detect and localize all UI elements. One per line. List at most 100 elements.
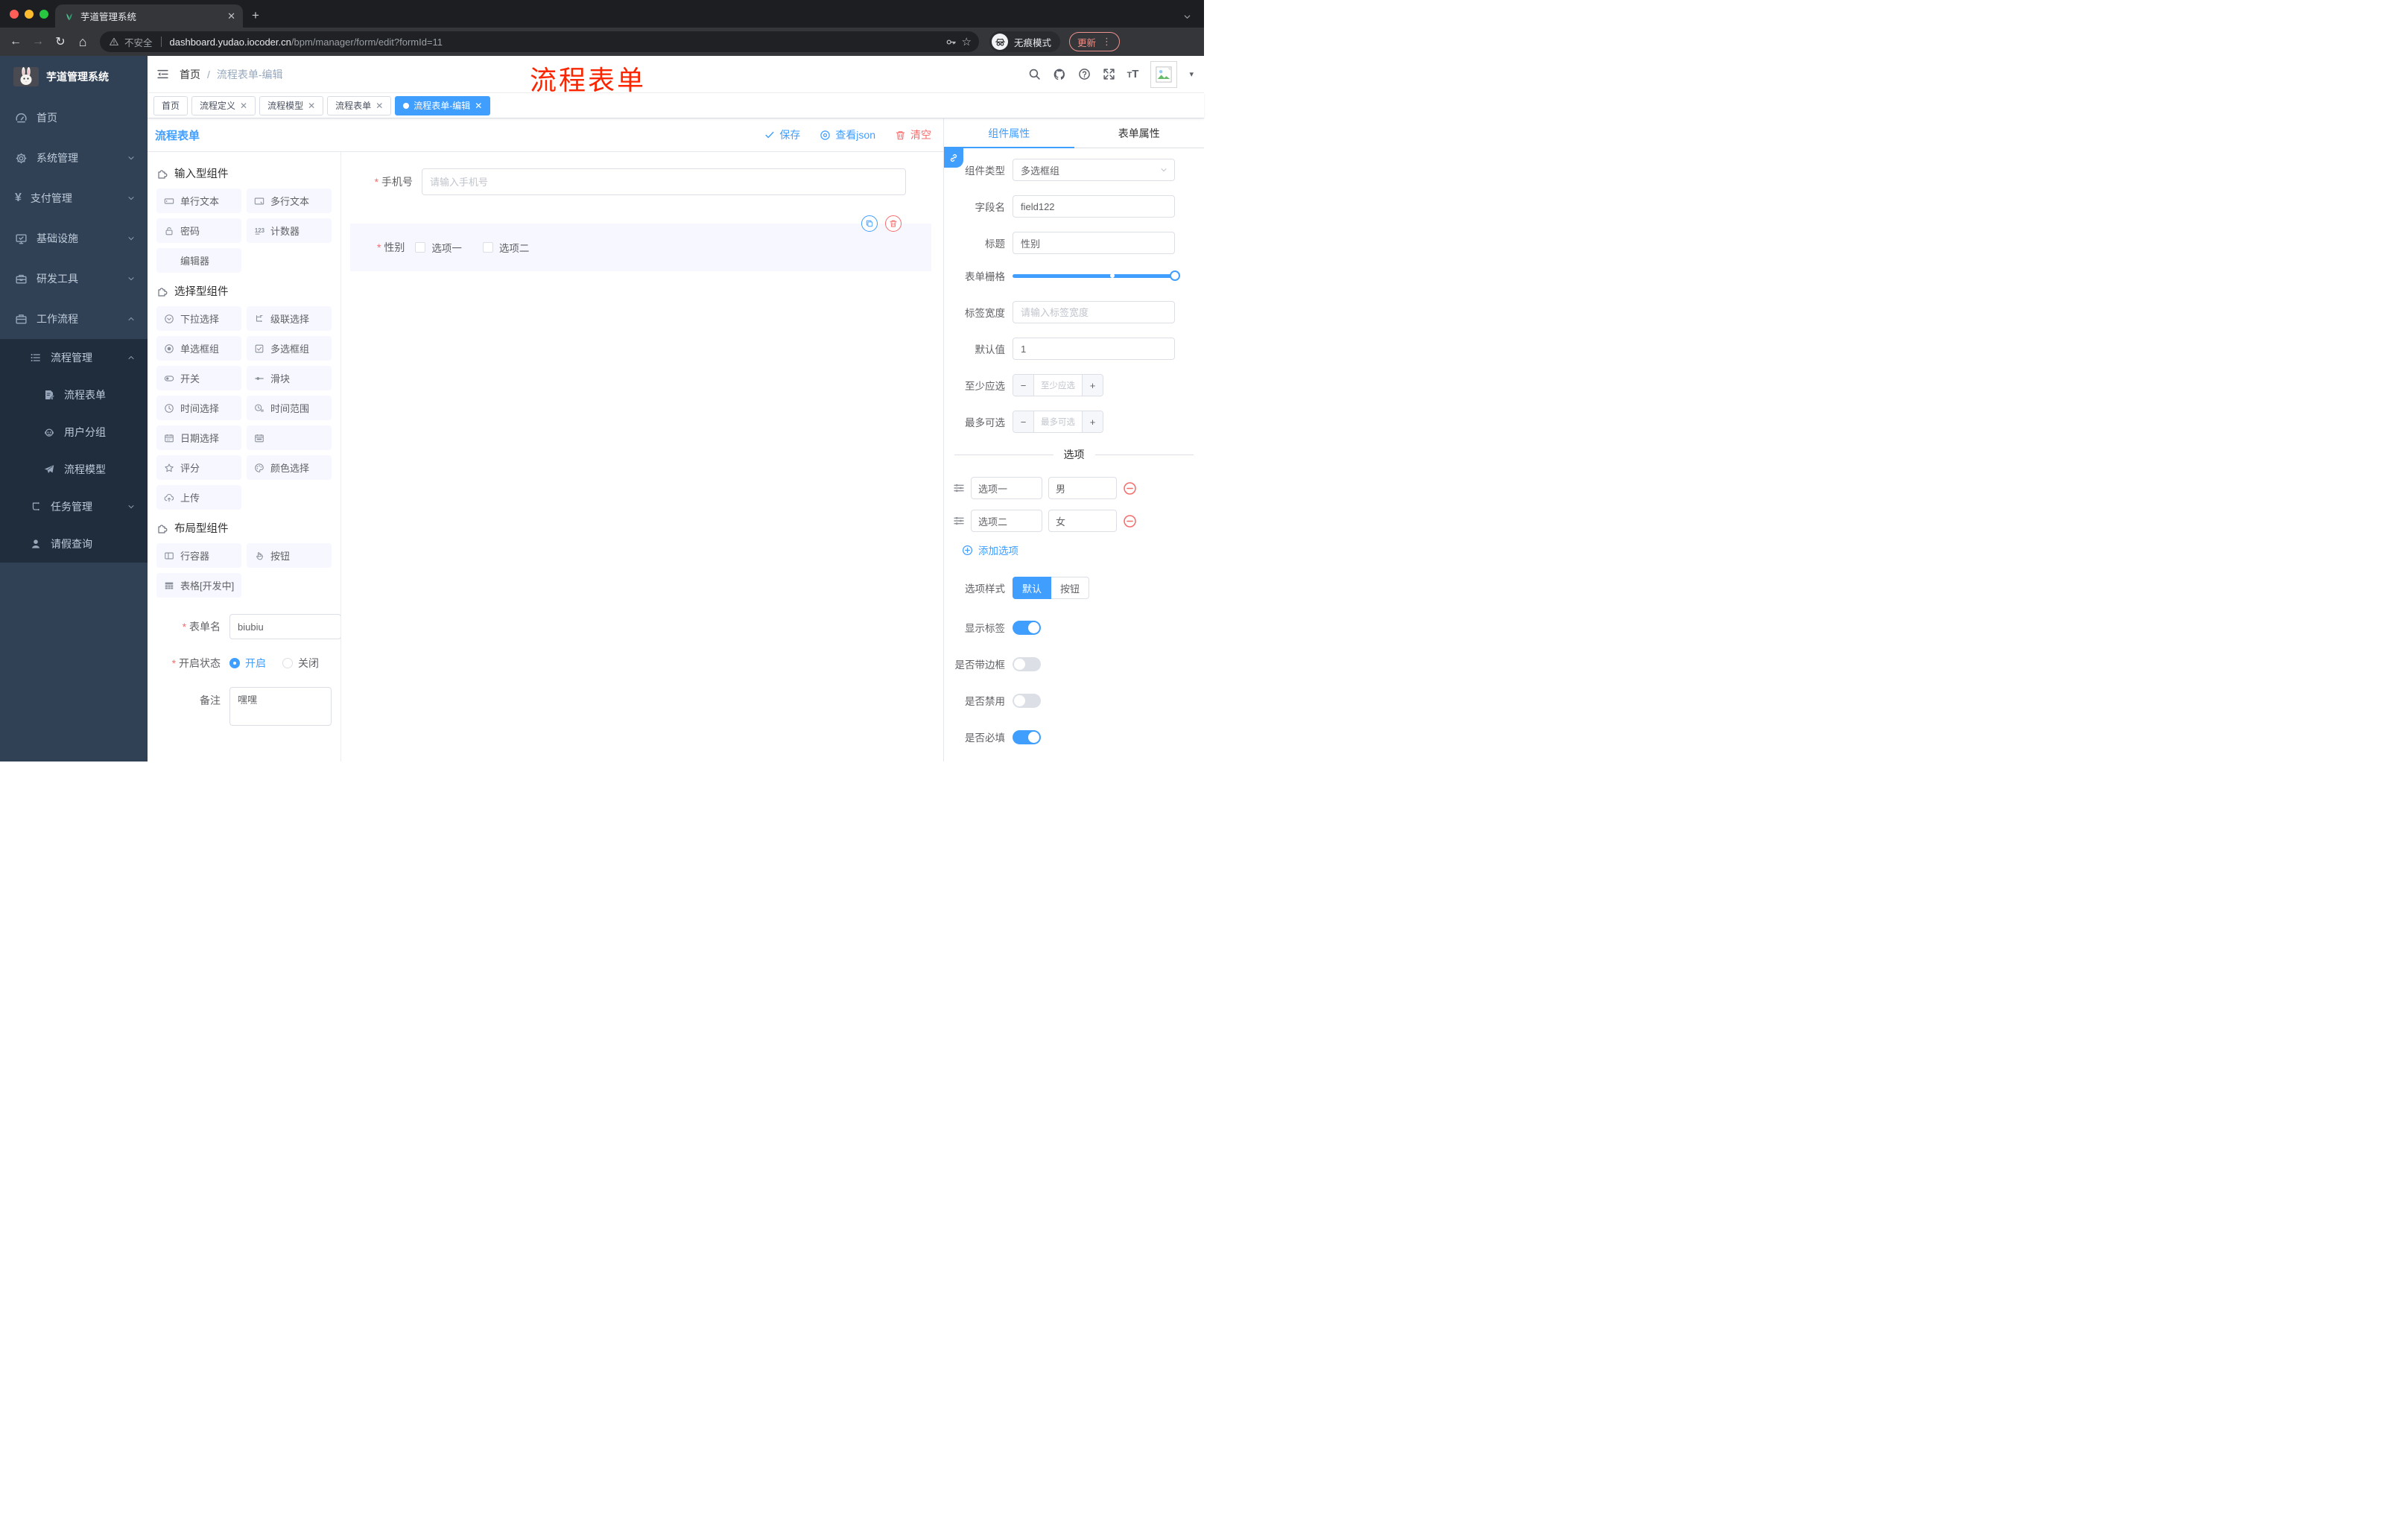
sidebar-item-payment[interactable]: ¥ 支付管理 [0, 178, 148, 218]
tab-form-props[interactable]: 表单属性 [1074, 118, 1205, 148]
phone-field-row[interactable]: 手机号 [341, 168, 943, 195]
sidebar-item-infrastructure[interactable]: 基础设施 [0, 218, 148, 259]
url-text[interactable]: dashboard.yudao.iocoder.cn/bpm/manager/f… [170, 37, 940, 48]
required-toggle[interactable] [1013, 729, 1041, 744]
sidebar-item-workflow[interactable]: 工作流程 [0, 299, 148, 339]
sidebar-fold-icon[interactable] [156, 68, 169, 80]
font-size-icon[interactable]: TT [1127, 68, 1139, 80]
update-label[interactable]: 更新 [1077, 35, 1096, 49]
clear-button[interactable]: 清空 [895, 127, 931, 142]
fullscreen-icon[interactable] [1103, 68, 1115, 80]
component-rate[interactable]: 评分 [156, 455, 241, 480]
component-multi-line-text[interactable]: 多行文本 [247, 189, 332, 213]
component-date-range[interactable] [247, 425, 332, 450]
home-button[interactable]: ⌂ [73, 34, 92, 50]
minimize-window-button[interactable] [25, 10, 34, 19]
form-name-input[interactable] [229, 614, 340, 639]
search-icon[interactable] [1028, 68, 1041, 80]
option1-label-input[interactable] [971, 477, 1042, 499]
minus-button[interactable]: − [1013, 375, 1034, 396]
drag-handle-icon[interactable] [953, 482, 965, 494]
slider-knob[interactable] [1170, 270, 1180, 281]
link-handle[interactable] [944, 148, 963, 168]
component-checkbox-group[interactable]: 多选框组 [247, 336, 332, 361]
sidebar-item-leave-query[interactable]: 请假查询 [0, 525, 148, 563]
field-name-input[interactable] [1013, 195, 1175, 218]
component-single-line-text[interactable]: 单行文本 [156, 189, 241, 213]
sidebar-item-system[interactable]: 系统管理 [0, 138, 148, 178]
add-option-button[interactable]: 添加选项 [962, 542, 1204, 557]
component-date-picker[interactable]: 日期选择 [156, 425, 241, 450]
browser-tab[interactable]: 芋道管理系统 ✕ [55, 4, 243, 28]
style-button-button[interactable]: 按钮 [1051, 577, 1090, 599]
new-tab-button[interactable]: + [252, 8, 259, 23]
remove-option-icon[interactable] [1123, 481, 1137, 495]
browser-menu-icon[interactable]: ⋮ [1102, 36, 1112, 48]
sidebar-item-user-group[interactable]: 用户分组 [0, 414, 148, 451]
min-select-stepper[interactable]: − 至少应选 + [1013, 374, 1103, 396]
forward-button[interactable]: → [28, 35, 48, 48]
style-default-button[interactable]: 默认 [1013, 577, 1052, 599]
breadcrumb-home[interactable]: 首页 [180, 67, 200, 82]
gender-field-block-selected[interactable]: 性别 选项一 选项二 [350, 215, 931, 271]
app-logo[interactable]: 芋道管理系统 [0, 56, 148, 98]
avatar-caret-icon[interactable]: ▾ [1189, 69, 1194, 79]
status-off-radio[interactable]: 关闭 [282, 656, 319, 671]
component-cascader[interactable]: 级联选择 [247, 306, 332, 331]
gender-option1-checkbox[interactable]: 选项一 [415, 240, 462, 255]
component-radio-group[interactable]: 单选框组 [156, 336, 241, 361]
tag-close-icon[interactable]: ✕ [376, 101, 383, 111]
tag-process-model[interactable]: 流程模型 ✕ [259, 95, 324, 115]
remove-option-icon[interactable] [1123, 514, 1137, 528]
sidebar-item-devtools[interactable]: 研发工具 [0, 259, 148, 299]
close-window-button[interactable] [10, 10, 19, 19]
component-time-range[interactable]: 时间范围 [247, 396, 332, 420]
show-label-toggle[interactable] [1013, 620, 1041, 635]
drag-handle-icon[interactable] [953, 515, 965, 527]
form-remark-textarea[interactable]: 嘿嘿 [229, 687, 332, 726]
tab-close-icon[interactable]: ✕ [227, 10, 235, 22]
reload-button[interactable]: ↻ [51, 34, 70, 49]
gender-option2-checkbox[interactable]: 选项二 [482, 240, 529, 255]
window-controls[interactable] [10, 10, 48, 19]
component-type-select[interactable]: 多选框组 [1013, 159, 1175, 181]
tag-process-form-edit[interactable]: 流程表单-编辑 ✕ [395, 95, 491, 115]
default-value-input[interactable] [1013, 338, 1175, 360]
sidebar-item-process-management[interactable]: 流程管理 [0, 339, 148, 376]
save-button[interactable]: 保存 [764, 127, 800, 142]
component-password[interactable]: 密码 [156, 218, 241, 243]
component-slider[interactable]: 滑块 [247, 366, 332, 390]
avatar[interactable] [1150, 60, 1178, 88]
tab-component-props[interactable]: 组件属性 [944, 118, 1074, 148]
tab-list-chevron-icon[interactable] [1182, 12, 1192, 22]
component-button[interactable]: 按钮 [247, 543, 332, 568]
minus-button[interactable]: − [1013, 411, 1034, 432]
option2-label-input[interactable] [971, 510, 1042, 532]
grid-slider[interactable] [1013, 270, 1180, 281]
sidebar-item-task-management[interactable]: 任务管理 [0, 488, 148, 525]
component-row-container[interactable]: 行容器 [156, 543, 241, 568]
tag-process-form[interactable]: 流程表单 ✕ [327, 95, 392, 115]
label-width-input[interactable] [1013, 301, 1175, 323]
option2-value-input[interactable] [1048, 510, 1117, 532]
status-on-radio[interactable]: 开启 [229, 656, 266, 671]
address-bar[interactable]: 不安全 dashboard.yudao.iocoder.cn/bpm/manag… [100, 31, 979, 52]
disabled-toggle[interactable] [1013, 693, 1041, 708]
option1-value-input[interactable] [1048, 477, 1117, 499]
component-counter[interactable]: 计数器 [247, 218, 332, 243]
plus-button[interactable]: + [1082, 375, 1103, 396]
password-key-icon[interactable] [945, 37, 957, 48]
view-json-button[interactable]: 查看json [820, 127, 875, 142]
github-icon[interactable] [1053, 68, 1066, 81]
sidebar-item-home[interactable]: 首页 [0, 98, 148, 138]
bookmark-star-icon[interactable]: ☆ [962, 35, 972, 48]
component-switch[interactable]: 开关 [156, 366, 241, 390]
maximize-window-button[interactable] [39, 10, 48, 19]
border-toggle[interactable] [1013, 656, 1041, 671]
tag-close-icon[interactable]: ✕ [240, 101, 247, 111]
component-color-picker[interactable]: 颜色选择 [247, 455, 332, 480]
max-select-stepper[interactable]: − 最多可选 + [1013, 411, 1103, 433]
browser-update-button[interactable]: 更新 ⋮ [1069, 32, 1121, 51]
phone-field-input[interactable] [422, 168, 906, 195]
tag-home[interactable]: 首页 [153, 95, 188, 115]
